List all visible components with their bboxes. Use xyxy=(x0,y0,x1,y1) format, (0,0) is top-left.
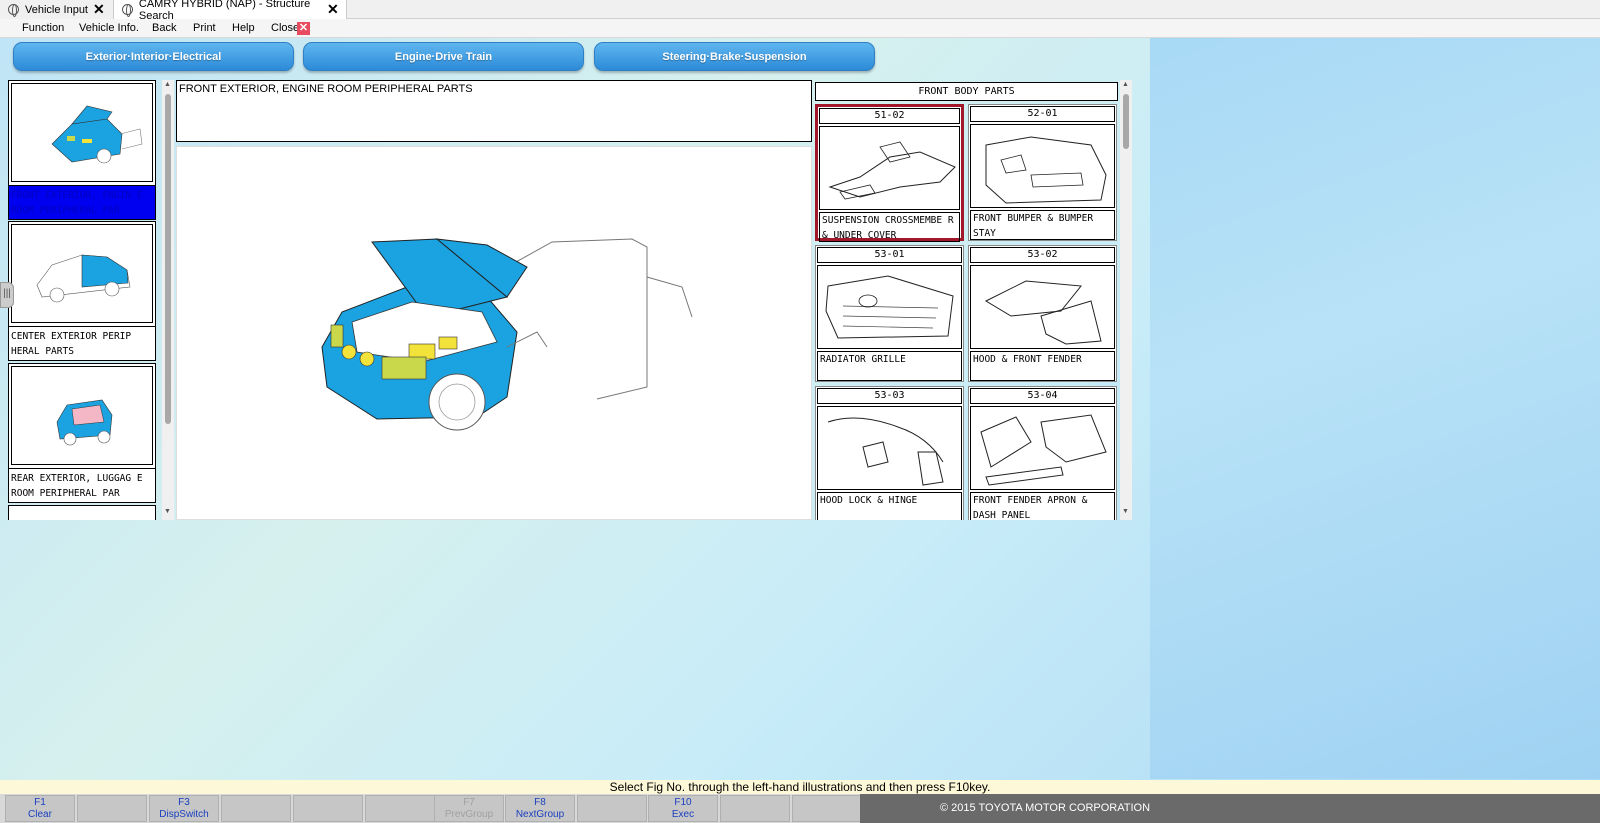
part-label: RADIATOR GRILLE xyxy=(817,351,962,381)
menu-close[interactable]: Close xyxy=(271,22,299,34)
part-code: 53-01 xyxy=(817,247,962,263)
fkey-key: F10 xyxy=(674,797,692,808)
fkey-label: PrevGroup xyxy=(444,809,494,820)
thumbnail-next[interactable] xyxy=(8,505,156,520)
part-label: SUSPENSION CROSSMEMBE R & UNDER COVER xyxy=(819,212,960,242)
copyright: © 2015 TOYOTA MOTOR CORPORATION xyxy=(860,794,1600,823)
part-image xyxy=(970,265,1115,349)
part-53-04[interactable]: 53-04 FRONT FENDER APRON & DASH PANEL xyxy=(968,386,1117,520)
f3-dispswitch-button[interactable]: F3 DispSwitch xyxy=(149,795,219,822)
part-53-03[interactable]: 53-03 HOOD LOCK & HINGE xyxy=(815,386,964,520)
part-code: 53-02 xyxy=(970,247,1115,263)
f8-nextgroup-button[interactable]: F8 NextGroup xyxy=(505,795,575,822)
part-code: 53-03 xyxy=(817,388,962,404)
part-52-01[interactable]: 52-01 FRONT BUMPER & BUMPER STAY xyxy=(968,104,1117,241)
part-code: 52-01 xyxy=(970,106,1115,122)
menu-vehicle-info[interactable]: Vehicle Info. xyxy=(79,22,139,34)
scroll-up-icon[interactable]: ▲ xyxy=(1122,81,1129,88)
f12-button xyxy=(792,795,862,822)
scrollbar-thumb[interactable] xyxy=(1123,94,1129,149)
f11-button xyxy=(720,795,790,822)
close-tab-icon[interactable]: ✕ xyxy=(327,1,339,18)
thumbnail-list: FRONT EXTERIOR, ENGIN E ROOM PERIPHERAL … xyxy=(8,80,157,520)
f5-button xyxy=(293,795,363,822)
fkey-key: F8 xyxy=(534,797,546,808)
f1-clear-button[interactable]: F1 Clear xyxy=(5,795,75,822)
part-label: FRONT BUMPER & BUMPER STAY xyxy=(970,210,1115,240)
f10-exec-button[interactable]: F10 Exec xyxy=(648,795,718,822)
part-label: HOOD LOCK & HINGE xyxy=(817,492,962,520)
part-image xyxy=(817,406,962,490)
parts-scrollbar[interactable]: ▲ ▼ xyxy=(1120,80,1132,520)
part-image xyxy=(817,265,962,349)
globe-icon xyxy=(8,4,19,17)
thumbnail-scrollbar[interactable]: ▲ ▼ xyxy=(162,80,174,520)
background-panel xyxy=(1150,38,1600,779)
tab-structure-search[interactable]: CAMRY HYBRID (NAP) - Structure Search ✕ xyxy=(113,0,347,22)
thumbnail-image xyxy=(11,224,153,323)
thumbnail-image xyxy=(11,83,153,182)
part-53-01[interactable]: 53-01 RADIATOR GRILLE xyxy=(815,245,964,382)
scrollbar-thumb[interactable] xyxy=(165,94,171,424)
fkey-key: F7 xyxy=(463,797,475,808)
status-message: Select Fig No. through the left-hand ill… xyxy=(0,780,1600,794)
thumbnail-label: FRONT EXTERIOR, ENGIN E ROOM PERIPHERAL … xyxy=(9,185,155,219)
thumbnail-center-exterior[interactable]: CENTER EXTERIOR PERIP HERAL PARTS xyxy=(8,221,156,361)
part-53-02[interactable]: 53-02 HOOD & FRONT FENDER xyxy=(968,245,1117,382)
scroll-down-icon[interactable]: ▼ xyxy=(1122,508,1129,515)
category-steering-brake-suspension-button[interactable]: Steering·Brake·Suspension xyxy=(594,42,875,71)
fkey-key: F3 xyxy=(178,797,190,808)
menu-function[interactable]: Function xyxy=(22,22,64,34)
part-code: 51-02 xyxy=(819,108,960,124)
thumbnail-image xyxy=(11,366,153,465)
thumbnail-front-exterior[interactable]: FRONT EXTERIOR, ENGIN E ROOM PERIPHERAL … xyxy=(8,80,156,220)
fkey-key: F1 xyxy=(34,797,46,808)
menu-help[interactable]: Help xyxy=(232,22,255,34)
part-code: 53-04 xyxy=(970,388,1115,404)
f7-prevgroup-button[interactable]: F7 PrevGroup xyxy=(434,795,504,822)
thumbnail-rear-exterior[interactable]: REAR EXTERIOR, LUGGAG E ROOM PERIPHERAL … xyxy=(8,363,156,503)
group-title: FRONT BODY PARTS xyxy=(815,82,1118,101)
close-icon[interactable]: ✕ xyxy=(297,22,310,35)
fkey-label: NextGroup xyxy=(515,809,565,820)
part-label: FRONT FENDER APRON & DASH PANEL xyxy=(970,492,1115,520)
part-51-02[interactable]: 51-02 SUSPENSION CROSSMEMBE R & UNDER CO… xyxy=(815,104,964,242)
part-image xyxy=(970,406,1115,490)
fkey-label: Exec xyxy=(671,809,695,820)
menu-print[interactable]: Print xyxy=(193,22,216,34)
category-engine-drive-train-button[interactable]: Engine·Drive Train xyxy=(303,42,584,71)
thumbnail-label: CENTER EXTERIOR PERIP HERAL PARTS xyxy=(9,326,155,360)
scroll-down-icon[interactable]: ▼ xyxy=(164,508,171,515)
description-text: FRONT EXTERIOR, ENGINE ROOM PERIPHERAL P… xyxy=(179,83,473,95)
scroll-up-icon[interactable]: ▲ xyxy=(164,81,171,88)
category-exterior-interior-electrical-button[interactable]: Exterior·Interior·Electrical xyxy=(13,42,294,71)
fkey-label: DispSwitch xyxy=(159,809,209,820)
function-key-bar: F1 Clear F3 DispSwitch F7 PrevGroup F8 NextG… xyxy=(0,794,1600,823)
part-label: HOOD & FRONT FENDER xyxy=(970,351,1115,381)
part-image xyxy=(819,126,960,210)
parts-panel: FRONT BODY PARTS 51-02 SUSPENSION CROSSM… xyxy=(815,80,1133,520)
main-illustration xyxy=(176,146,812,520)
thumbnail-label: REAR EXTERIOR, LUGGAG E ROOM PERIPHERAL … xyxy=(9,468,155,502)
fkey-label: Clear xyxy=(28,809,52,820)
f6-button xyxy=(365,795,435,822)
globe-icon xyxy=(122,4,133,17)
tab-vehicle-input[interactable]: Vehicle Input ✕ xyxy=(0,0,113,19)
part-image xyxy=(970,124,1115,208)
tab-label: Vehicle Input xyxy=(25,3,88,16)
menu-back[interactable]: Back xyxy=(152,22,176,34)
f9-button xyxy=(577,795,647,822)
description-box: FRONT EXTERIOR, ENGINE ROOM PERIPHERAL P… xyxy=(176,80,812,142)
car-illustration xyxy=(321,238,693,431)
panel-toggle-handle[interactable]: ||| xyxy=(0,282,14,308)
f2-button xyxy=(77,795,147,822)
close-tab-icon[interactable]: ✕ xyxy=(93,1,105,18)
f4-button xyxy=(221,795,291,822)
menu-bar: Function Vehicle Info. Back Print Help C… xyxy=(0,19,1600,38)
tab-strip: Vehicle Input ✕ CAMRY HYBRID (NAP) - Str… xyxy=(0,0,1600,22)
